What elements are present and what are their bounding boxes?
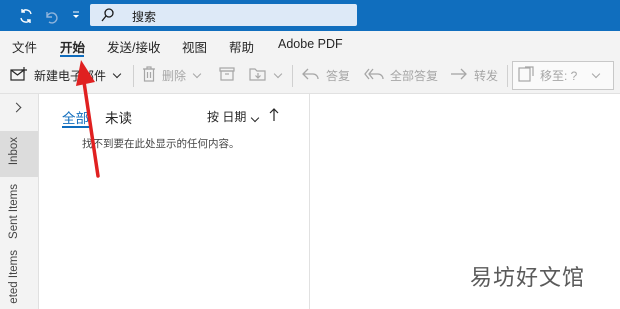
forward-label: 转发 <box>474 69 499 83</box>
search-icon <box>100 7 116 26</box>
sort-label: 按 日期 <box>207 110 247 124</box>
new-email-dropdown-icon[interactable] <box>112 69 122 79</box>
trash-icon <box>142 66 156 85</box>
new-email-icon <box>10 66 28 85</box>
reply-label: 答复 <box>326 69 351 83</box>
ribbon-divider <box>292 65 293 87</box>
reply-all-label: 全部答复 <box>390 69 439 83</box>
quick-access-dropdown-icon[interactable] <box>66 6 86 26</box>
move-button[interactable] <box>249 58 283 93</box>
search-placeholder: 搜索 <box>132 10 157 24</box>
move-folder-icon <box>249 66 267 85</box>
active-menu-indicator <box>60 55 84 57</box>
tab-all[interactable]: 全部 <box>62 107 89 127</box>
move-to-chevron-icon <box>592 69 601 79</box>
menu-home[interactable]: 开始 <box>60 37 85 56</box>
reply-icon <box>302 67 320 84</box>
delete-dropdown-icon[interactable] <box>192 69 202 79</box>
tab-unread[interactable]: 未读 <box>105 107 132 127</box>
undo-icon[interactable] <box>41 6 61 26</box>
sort-chevron-icon <box>251 113 260 123</box>
watermark-text: 易坊好文馆 <box>470 266 586 291</box>
menu-bar: 文件 开始 发送/接收 视图 帮助 Adobe PDF <box>0 31 620 58</box>
sort-direction-up-icon[interactable] <box>269 108 279 125</box>
menu-file[interactable]: 文件 <box>12 37 37 56</box>
new-email-label: 新建电子邮件 <box>34 69 107 83</box>
title-bar: 搜索 <box>0 0 620 31</box>
sort-by-date-button[interactable]: 按 日期 <box>207 108 260 125</box>
empty-list-message: 找不到要在此处显示的任何内容。 <box>82 138 240 150</box>
delete-label: 删除 <box>162 69 187 83</box>
new-email-button[interactable]: 新建电子邮件 <box>10 58 122 93</box>
delete-button[interactable]: 删除 <box>142 58 202 93</box>
forward-icon <box>450 67 468 84</box>
search-box[interactable]: 搜索 <box>90 4 357 26</box>
ribbon-divider <box>133 65 134 87</box>
tab-all-indicator <box>62 126 89 128</box>
ribbon-divider <box>507 65 508 87</box>
menu-adobe-pdf[interactable]: Adobe PDF <box>278 37 343 51</box>
archive-button[interactable] <box>219 58 235 93</box>
archive-icon <box>219 67 235 84</box>
forward-button[interactable]: 转发 <box>450 58 498 93</box>
menu-send-receive[interactable]: 发送/接收 <box>107 37 160 56</box>
folder-sent-items[interactable]: Sent Items <box>8 184 20 239</box>
expand-folder-pane-icon[interactable] <box>11 102 22 113</box>
move-to-icon <box>518 66 534 85</box>
reply-all-button[interactable]: 全部答复 <box>364 58 438 93</box>
move-to-dropdown[interactable]: 移至: ? <box>512 61 614 90</box>
folder-deleted-items[interactable]: eted Items <box>8 250 20 304</box>
menu-help[interactable]: 帮助 <box>229 37 254 56</box>
ribbon-toolbar: 新建电子邮件 删除 答复 全部答复 转发 移至: ? <box>0 58 620 94</box>
reply-button[interactable]: 答复 <box>302 58 350 93</box>
folder-inbox[interactable]: Inbox <box>8 137 20 165</box>
menu-view[interactable]: 视图 <box>182 37 207 56</box>
move-dropdown-icon[interactable] <box>273 69 283 79</box>
reply-all-icon <box>364 67 384 84</box>
move-to-label: 移至: ? <box>540 69 578 83</box>
sync-icon[interactable] <box>16 6 36 26</box>
